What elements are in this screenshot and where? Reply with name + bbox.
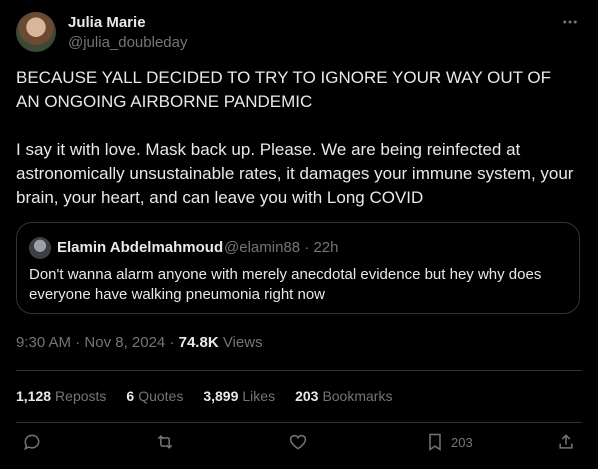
- like-button[interactable]: [288, 432, 308, 452]
- reposts-count: 1,128: [16, 388, 52, 404]
- engagement-stats: 1,128 Reposts 6 Quotes 3,899 Likes 203 Bookm…: [16, 388, 412, 404]
- bookmark-button[interactable]: 203: [425, 432, 473, 452]
- share-icon: [559, 434, 573, 449]
- stat-likes[interactable]: 3,899 Likes: [203, 388, 275, 404]
- bookmark-icon: [429, 433, 441, 451]
- quoted-time: 22h: [313, 239, 339, 256]
- stat-bookmarks[interactable]: 203 Bookmarks: [295, 388, 392, 404]
- reposts-label: Reposts: [55, 388, 107, 404]
- more-button[interactable]: [558, 12, 582, 32]
- quoted-author-avatar: [29, 237, 51, 259]
- repost-button[interactable]: [155, 432, 175, 452]
- bookmark-count: 203: [451, 434, 473, 450]
- quoted-author-meta: @elamin88 · 22h: [224, 239, 338, 256]
- divider: [16, 370, 582, 371]
- reply-button[interactable]: [22, 432, 42, 452]
- quotes-count: 6: [126, 388, 135, 404]
- tweet-header: Julia Marie @julia_doubleday: [16, 12, 582, 56]
- tweet-timestamp-row: 9:30 AM · Nov 8, 2024 · 74.8K Views: [16, 334, 263, 351]
- like-icon: [289, 434, 307, 450]
- quoted-tweet[interactable]: Elamin Abdelmahmoud @elamin88 · 22h Don'…: [16, 222, 580, 314]
- quotes-label: Quotes: [138, 388, 184, 404]
- bookmarks-label: Bookmarks: [322, 388, 393, 404]
- bookmarks-count: 203: [295, 388, 319, 404]
- meta-separator: ·: [169, 334, 175, 351]
- meta-separator: ·: [75, 334, 81, 351]
- quoted-author-name: Elamin Abdelmahmoud: [57, 239, 224, 256]
- quoted-text: Don't wanna alarm anyone with merely ane…: [29, 266, 542, 303]
- repost-icon: [157, 435, 173, 449]
- views-count: 74.8K: [178, 334, 219, 351]
- stat-reposts[interactable]: 1,128 Reposts: [16, 388, 106, 404]
- author-avatar[interactable]: [16, 12, 56, 52]
- likes-count: 3,899: [203, 388, 239, 404]
- tweet-time[interactable]: 9:30 AM: [16, 334, 71, 351]
- tweet-text: BECAUSE YALL DECIDED TO TRY TO IGNORE YO…: [16, 68, 574, 207]
- author-handle[interactable]: @julia_doubleday: [68, 34, 187, 51]
- more-icon: [563, 20, 577, 24]
- stat-quotes[interactable]: 6 Quotes: [126, 388, 183, 404]
- author-name[interactable]: Julia Marie: [68, 14, 146, 31]
- reply-icon: [24, 434, 40, 451]
- divider: [16, 422, 582, 423]
- action-bar: 203: [0, 424, 598, 468]
- views-label: Views: [222, 334, 263, 351]
- quoted-author-handle: @elamin88: [224, 239, 301, 256]
- share-button[interactable]: [556, 432, 576, 452]
- tweet-date[interactable]: Nov 8, 2024: [84, 334, 165, 351]
- likes-label: Likes: [242, 388, 276, 404]
- quoted-separator: ·: [304, 239, 310, 256]
